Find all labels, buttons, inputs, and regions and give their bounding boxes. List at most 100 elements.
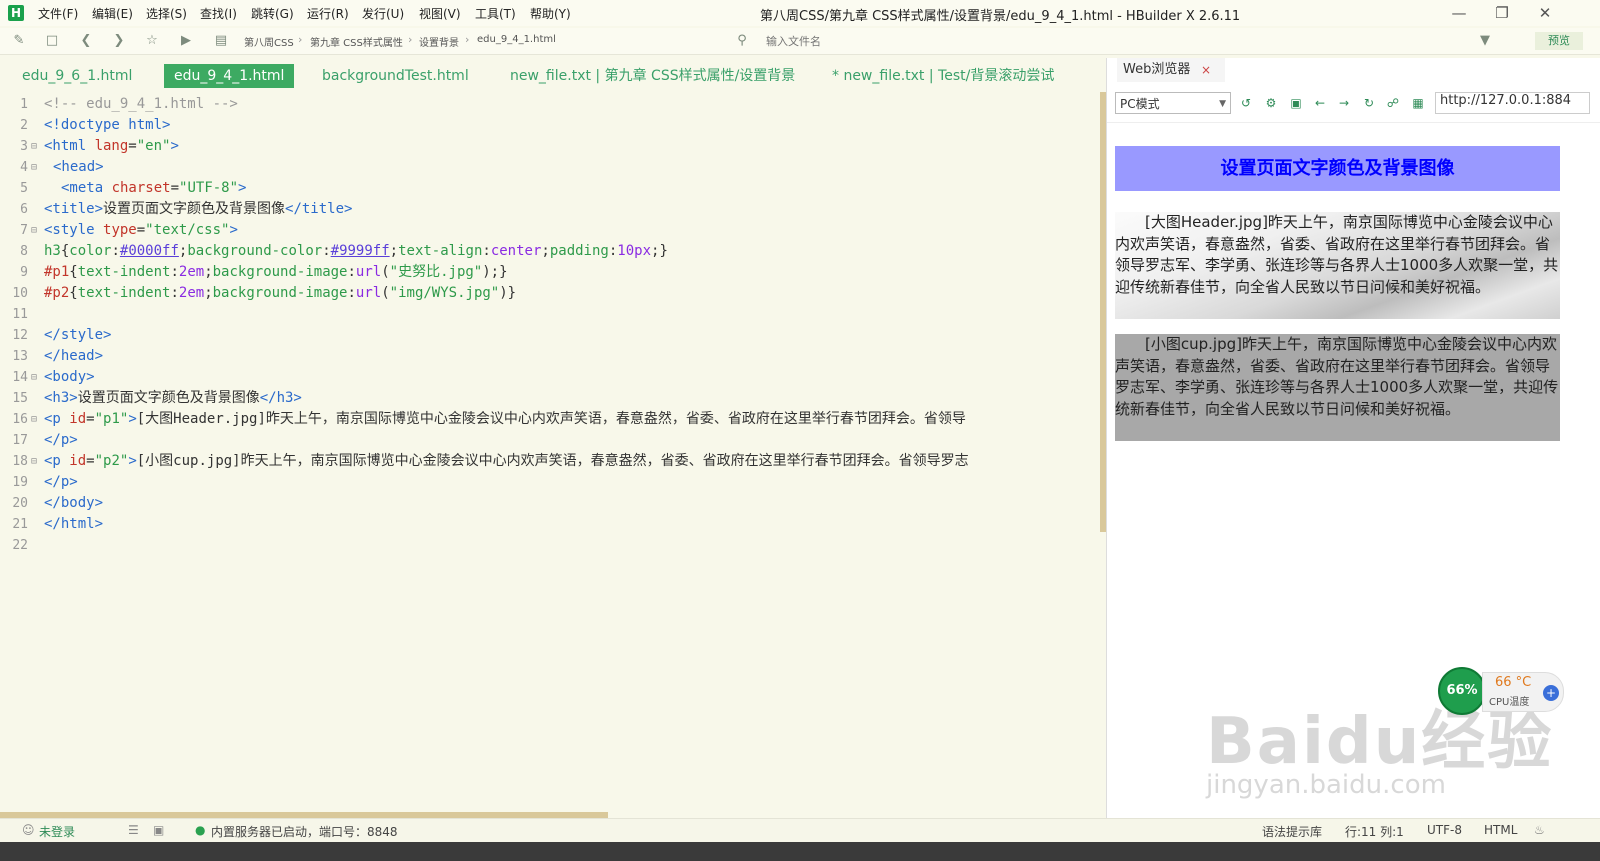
tab-edu-9-6-1[interactable]: edu_9_6_1.html [22,64,132,88]
file-search-input[interactable] [766,33,1066,49]
code-token: text-indent [77,285,171,301]
code-token: id [69,411,87,427]
code-token: padding [549,243,609,259]
menu-edit[interactable]: 编辑(E) [92,5,133,22]
console-icon[interactable]: ▣ [1288,95,1304,111]
line-number: 7 [20,223,28,238]
code-token: </p> [44,474,78,490]
line-number: 12 [12,328,28,343]
status-bar: ☺ 未登录 ☰ ▣ ● 内置服务器已启动，端口号：8848 语法提示库 行:11… [0,818,1600,843]
code-token: <head> [53,159,104,175]
forward-arrow-icon[interactable]: → [1336,95,1352,111]
menu-tools[interactable]: 工具(T) [475,5,516,22]
line-number: 19 [12,475,28,490]
code-token: h3 [44,243,61,259]
menu-goto[interactable]: 跳转(G) [251,5,294,22]
star-icon[interactable]: ☆ [143,32,161,50]
back-arrow-icon[interactable]: ← [1312,95,1328,111]
cursor-position[interactable]: 行:11 列:1 [1345,823,1404,840]
lock-icon[interactable]: ☍ [1385,95,1401,111]
hbuilder-logo-icon: H [8,5,24,21]
line-number: 18 [12,454,28,469]
terminal-icon[interactable]: ▣ [153,823,164,837]
tab-new-file-setbg[interactable]: new_file.txt | 第九章 CSS样式属性/设置背景 [510,64,795,88]
tab-edu-9-4-1[interactable]: edu_9_4_1.html [164,64,295,88]
breadcrumb-item[interactable]: 设置背景 [419,34,459,49]
device-mode-select[interactable]: PC模式 ▼ [1115,92,1231,114]
line-number: 20 [12,496,28,511]
menu-publish[interactable]: 发行(U) [362,5,404,22]
breadcrumb-separator: › [465,33,470,46]
new-file-icon[interactable]: ✎ [10,32,28,50]
save-icon[interactable]: □ [43,32,61,50]
code-line: 14 ⊟ <body> [0,367,1102,388]
line-number: 21 [12,517,28,532]
restore-icon[interactable]: ❐ [1487,2,1517,24]
code-token: = [86,453,95,469]
code-line: 15 <h3>设置页面文字颜色及背景图像</h3> [0,388,1102,409]
encoding-selector[interactable]: UTF-8 [1427,823,1462,837]
rendered-paragraph-p2: [小图cup.jpg]昨天上午，南京国际博览中心金陵会议中心内欢声笑语，春意盎然… [1115,334,1560,441]
code-line: 1 <!-- edu_9_4_1.html --> [0,94,1102,115]
breadcrumb-item[interactable]: edu_9_4_1.html [477,34,556,45]
menu-run[interactable]: 运行(R) [307,5,349,22]
back-icon[interactable]: ❮ [77,32,95,50]
preview-button[interactable]: 预览 [1535,32,1583,50]
forward-icon[interactable]: ❯ [110,32,128,50]
menu-file[interactable]: 文件(F) [38,5,78,22]
code-token: #p1 [44,264,70,280]
refresh-icon[interactable]: ↻ [1361,95,1377,111]
run-icon[interactable]: ▶ [177,32,195,50]
breadcrumb-item[interactable]: 第八周CSS [244,34,294,49]
filter-icon[interactable]: ▼ [1476,32,1494,50]
tab-web-browser[interactable]: Web浏览器 × [1117,58,1225,84]
menu-select[interactable]: 选择(S) [146,5,187,22]
qrcode-icon[interactable]: ▦ [1410,95,1426,111]
code-token: <style [44,222,104,238]
code-line: 13 </head> [0,346,1102,367]
code-line: 16 ⊟ <p id="p1">[大图Header.jpg]昨天上午，南京国际博览中… [0,409,1102,430]
line-number: 16 [12,412,28,427]
line-number: 6 [20,202,28,217]
breadcrumb-item[interactable]: 第九章 CSS样式属性 [310,34,403,49]
menu-view[interactable]: 视图(V) [419,5,461,22]
code-line: 17 </p> [0,430,1102,451]
code-token: = [86,411,95,427]
close-window-icon[interactable]: ✕ [1530,2,1560,24]
list-icon[interactable]: ☰ [128,823,139,837]
code-token: <p [44,411,70,427]
minimize-icon[interactable]: — [1444,2,1474,24]
code-token: </p> [44,432,78,448]
user-icon: ☺ [22,823,35,837]
fold-icon[interactable]: ⊟ [31,220,37,241]
url-input[interactable]: http://127.0.0.1:884 [1435,92,1590,114]
bell-icon[interactable]: ♨ [1534,823,1545,837]
rotate-icon[interactable]: ↺ [1238,95,1254,111]
fold-icon[interactable]: ⊟ [31,136,37,157]
menu-find[interactable]: 查找(I) [200,5,237,22]
code-token: #0000ff [119,243,179,259]
language-mode-selector[interactable]: HTML [1484,823,1517,837]
fold-icon[interactable]: ⊟ [31,367,37,388]
code-token: 2em [178,285,205,301]
fold-icon[interactable]: ⊟ [31,451,37,472]
fold-icon[interactable]: ⊟ [31,157,37,178]
code-line: 8 h3{color:#0000ff;background-color:#9999… [0,241,1102,262]
code-line: 21 </html> [0,514,1102,535]
code-token: </style> [44,327,112,343]
code-token: charset [111,180,171,196]
cpu-monitor-widget[interactable]: 66% 66 °C CPU温度 + [1438,667,1566,715]
tab-background-test[interactable]: backgroundTest.html [322,64,469,88]
menu-help[interactable]: 帮助(Y) [530,5,571,22]
code-token: > [170,138,179,154]
fold-icon[interactable]: ⊟ [31,409,37,430]
plus-icon[interactable]: + [1543,685,1559,701]
login-status[interactable]: 未登录 [39,823,75,840]
code-token: 10px [617,243,652,259]
tab-new-file-test[interactable]: * new_file.txt | Test/背景滚动尝试 [832,64,1054,88]
code-line: 9 #p1{text-indent:2em;background-image:ur… [0,262,1102,283]
settings-icon[interactable]: ⚙ [1263,95,1279,111]
close-icon[interactable]: × [1201,58,1211,82]
code-editor[interactable]: 1 <!-- edu_9_4_1.html --> 2 <!doctype html… [0,92,1102,814]
syntax-library-link[interactable]: 语法提示库 [1262,823,1322,840]
